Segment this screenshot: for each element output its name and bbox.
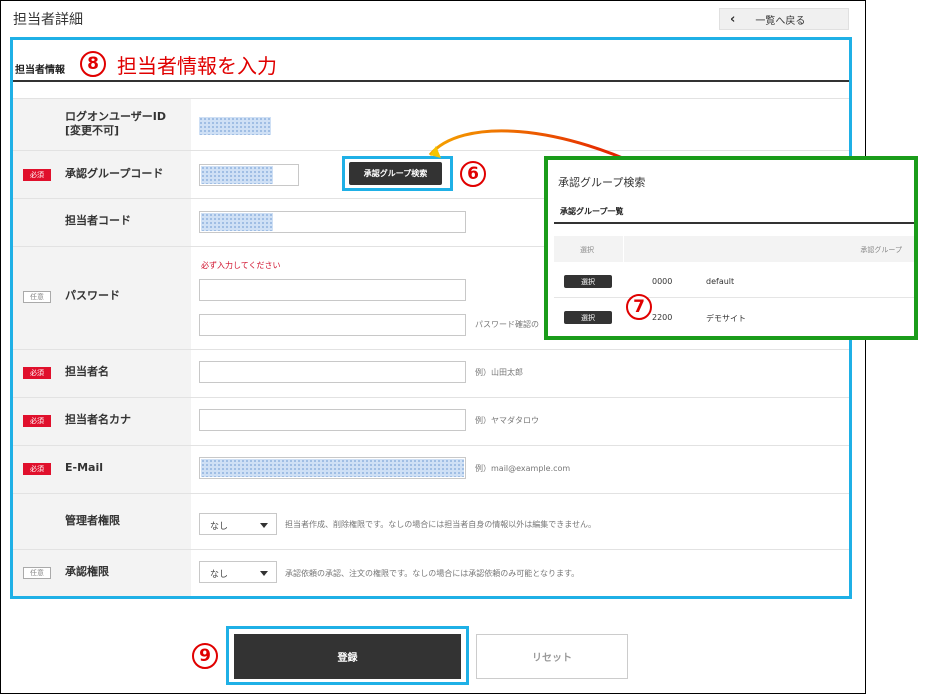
optional-badge: 任意 <box>23 291 51 303</box>
chevron-down-icon <box>260 571 268 576</box>
back-to-list-label: 一覧へ戻る <box>755 15 806 27</box>
login-id-label: ログオンユーザーID [変更不可] <box>65 110 167 137</box>
popup-subtitle: 承認グループ一覧 <box>560 207 624 216</box>
login-id-value <box>199 117 271 135</box>
annotation-8: 8 <box>80 51 106 77</box>
popup-divider <box>554 222 914 224</box>
group-name: default <box>706 277 735 286</box>
name-input[interactable] <box>199 361 466 383</box>
row-admin: 管理者権限 なし 担当者作成、削除権限です。なしの場合には担当者自身の情報以外は… <box>13 494 849 550</box>
reset-button[interactable]: リセット <box>476 634 628 679</box>
approve-label: 承認権限 <box>65 565 109 578</box>
optional-badge: 任意 <box>23 567 51 579</box>
select-button[interactable]: 選択 <box>564 275 612 288</box>
group-code: 2200 <box>652 313 673 322</box>
email-input[interactable] <box>199 457 466 479</box>
name-label: 担当者名 <box>65 365 109 378</box>
admin-hint: 担当者作成、削除権限です。なしの場合には担当者自身の情報以外は編集できません。 <box>285 520 596 529</box>
chevron-left-icon: ‹ <box>730 11 736 27</box>
password-label: パスワード <box>65 289 120 302</box>
approve-select[interactable]: なし <box>199 561 277 583</box>
group-code: 0000 <box>652 277 673 286</box>
password-input[interactable] <box>199 279 466 301</box>
required-badge: 必須 <box>23 463 51 475</box>
row-name: 必須 担当者名 例）山田太郎 <box>13 350 849 398</box>
col-group: 承認グループ <box>860 246 902 254</box>
section-title: 担当者情報 <box>15 65 65 76</box>
name-hint: 例）山田太郎 <box>475 368 523 377</box>
group-name: デモサイト <box>706 314 746 323</box>
required-badge: 必須 <box>23 169 51 181</box>
select-button[interactable]: 選択 <box>564 311 612 324</box>
password-warning: 必ず入力してください <box>201 261 281 270</box>
annotation-8-text: 担当者情報を入力 <box>117 54 277 78</box>
register-button[interactable]: 登録 <box>234 634 461 679</box>
col-select: 選択 <box>580 246 594 254</box>
approval-group-search-popup: 承認グループ検索 承認グループ一覧 選択 承認グループ 選択 0000 defa… <box>544 156 918 340</box>
staff-code-label: 担当者コード <box>65 214 131 227</box>
admin-label: 管理者権限 <box>65 514 120 527</box>
row-kana: 必須 担当者名カナ 例）ヤマダタロウ <box>13 398 849 446</box>
table-row: 選択 0000 default <box>554 264 914 298</box>
row-login-id: ログオンユーザーID [変更不可] <box>13 98 849 151</box>
row-approve: 任意 承認権限 なし 承認依頼の承認、注文の権限です。なしの場合には承認依頼のみ… <box>13 550 849 596</box>
approve-hint: 承認依頼の承認、注文の権限です。なしの場合には承認依頼のみ可能となります。 <box>285 569 580 578</box>
password-confirm-input[interactable] <box>199 314 466 336</box>
popup-table-header: 選択 承認グループ <box>554 236 914 262</box>
email-hint: 例）mail@example.com <box>475 464 571 473</box>
detail-panel: 担当者詳細 ‹ 一覧へ戻る 担当者情報 8 担当者情報を入力 ログオンユーザーI… <box>0 0 866 694</box>
kana-label: 担当者名カナ <box>65 413 131 426</box>
row-email: 必須 E-Mail 例）mail@example.com <box>13 446 849 494</box>
table-row: 選択 2200 デモサイト <box>554 300 914 334</box>
popup-title: 承認グループ検索 <box>558 176 646 189</box>
back-to-list-button[interactable]: ‹ 一覧へ戻る <box>719 8 849 30</box>
required-badge: 必須 <box>23 415 51 427</box>
approval-code-input[interactable] <box>199 164 299 186</box>
kana-input[interactable] <box>199 409 466 431</box>
approval-code-label: 承認グループコード <box>65 167 164 180</box>
email-label: E-Mail <box>65 461 103 474</box>
annotation-7: 7 <box>626 294 652 320</box>
password-confirm-hint: パスワード確認の <box>475 320 539 329</box>
kana-hint: 例）ヤマダタロウ <box>475 416 539 425</box>
admin-select[interactable]: なし <box>199 513 277 535</box>
staff-code-input[interactable] <box>199 211 466 233</box>
required-badge: 必須 <box>23 367 51 379</box>
approval-group-search-button[interactable]: 承認グループ検索 <box>349 162 442 185</box>
annotation-9: 9 <box>192 643 218 669</box>
section-divider <box>13 80 849 82</box>
annotation-6: 6 <box>460 161 486 187</box>
chevron-down-icon <box>260 523 268 528</box>
page-title: 担当者詳細 <box>13 12 83 28</box>
